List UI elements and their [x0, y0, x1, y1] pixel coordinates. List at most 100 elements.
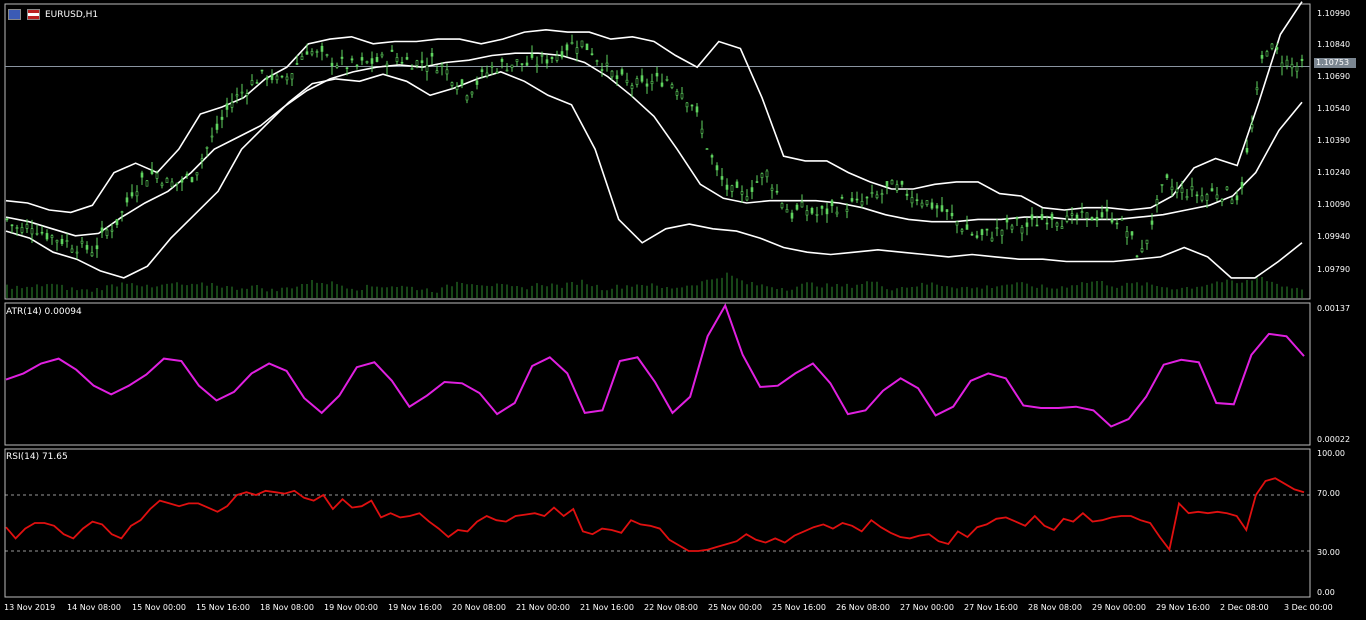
candle-body — [245, 93, 249, 96]
time-tick: 27 Nov 00:00 — [900, 603, 954, 612]
candle-body — [1245, 147, 1249, 153]
candle-body — [760, 173, 764, 178]
candle-body — [505, 69, 509, 72]
time-tick: 15 Nov 00:00 — [132, 603, 186, 612]
chart-window: EURUSD,H1 ATR(14) 0.00094 RSI(14) 71.65 … — [0, 0, 1366, 620]
candle-body — [595, 60, 599, 62]
candle-body — [835, 211, 839, 215]
candle-body — [1095, 216, 1099, 221]
candle-body — [450, 82, 454, 86]
candle-body — [260, 69, 264, 72]
candle-body — [865, 196, 869, 199]
rsi-tick: 30.00 — [1317, 548, 1340, 557]
candle-body — [1255, 87, 1259, 91]
candle-body — [35, 232, 39, 235]
candle-body — [745, 196, 749, 201]
candle-body — [1190, 186, 1194, 191]
candle-body — [170, 181, 174, 188]
candle-body — [1000, 229, 1004, 236]
panel-frame — [4, 302, 1311, 446]
candle-body — [645, 83, 649, 87]
candle-body — [500, 58, 504, 62]
candle-body — [1220, 199, 1224, 202]
candle-body — [360, 57, 364, 61]
candle-body — [870, 192, 874, 194]
time-tick: 28 Nov 08:00 — [1028, 603, 1082, 612]
candle-body — [515, 59, 519, 62]
candle-body — [1275, 47, 1279, 50]
candle-body — [105, 229, 109, 236]
candle-body — [890, 179, 894, 185]
candle-body — [490, 65, 494, 68]
candle-body — [25, 224, 29, 229]
candle-body — [135, 191, 139, 197]
atr-label: ATR(14) 0.00094 — [6, 307, 82, 317]
candle-body — [1280, 62, 1284, 67]
candle-body — [90, 252, 94, 257]
rsi-series-line — [5, 477, 1305, 552]
candle-body — [165, 178, 169, 183]
candle-body — [755, 181, 759, 183]
candle-body — [1300, 58, 1304, 61]
candle-body — [625, 79, 629, 83]
candle-body — [1045, 222, 1049, 225]
candle-body — [895, 184, 899, 191]
candle-body — [300, 56, 304, 60]
candle-body — [1250, 124, 1254, 129]
candle-body — [620, 69, 624, 75]
candle-body — [5, 218, 9, 221]
candle-body — [540, 54, 544, 57]
candle-body — [980, 229, 984, 236]
candle-body — [690, 104, 694, 107]
candle-body — [75, 251, 79, 254]
candle-body — [985, 228, 989, 231]
candle-body — [1185, 196, 1189, 199]
candle-body — [1115, 222, 1119, 225]
candle-body — [550, 56, 554, 60]
candle-body — [1030, 214, 1034, 220]
candle-body — [240, 91, 244, 94]
candle-body — [960, 229, 964, 232]
candle-body — [60, 238, 64, 245]
candle-body — [1010, 225, 1014, 230]
candle-body — [940, 205, 944, 212]
candle-body — [110, 229, 114, 232]
candle-body — [705, 148, 709, 150]
candle-body — [435, 70, 439, 74]
candle-body — [200, 158, 204, 161]
price-tick: 1.10240 — [1317, 168, 1351, 177]
time-tick: 21 Nov 16:00 — [580, 603, 634, 612]
time-tick: 25 Nov 16:00 — [772, 603, 826, 612]
panel-frame — [4, 448, 1311, 598]
candle-body — [750, 187, 754, 192]
candle-body — [605, 62, 609, 66]
candle-body — [395, 57, 399, 62]
candle-body — [465, 95, 469, 101]
candle-body — [600, 69, 604, 71]
candle-body — [1270, 43, 1274, 49]
candle-body — [825, 208, 829, 215]
bollinger-bands — [5, 1, 1303, 279]
candle-body — [740, 191, 744, 195]
candle-body — [535, 64, 539, 67]
time-tick: 19 Nov 16:00 — [388, 603, 442, 612]
candle-body — [795, 204, 799, 210]
candle-body — [425, 65, 429, 72]
time-tick: 20 Nov 08:00 — [452, 603, 506, 612]
candle-body — [650, 81, 654, 85]
candle-body — [215, 123, 219, 130]
candle-body — [930, 202, 934, 209]
candle-body — [800, 201, 804, 208]
candle-body — [730, 185, 734, 192]
candle-body — [310, 51, 314, 55]
candle-body — [975, 235, 979, 238]
candle-body — [1025, 222, 1029, 227]
chart-canvas[interactable] — [0, 0, 1366, 620]
candle-body — [225, 103, 229, 110]
candle-body — [1240, 182, 1244, 188]
time-tick: 2 Dec 08:00 — [1220, 603, 1269, 612]
candle-body — [1285, 59, 1289, 67]
time-tick: 14 Nov 08:00 — [67, 603, 121, 612]
candle-body — [180, 179, 184, 183]
candle-body — [125, 197, 129, 203]
